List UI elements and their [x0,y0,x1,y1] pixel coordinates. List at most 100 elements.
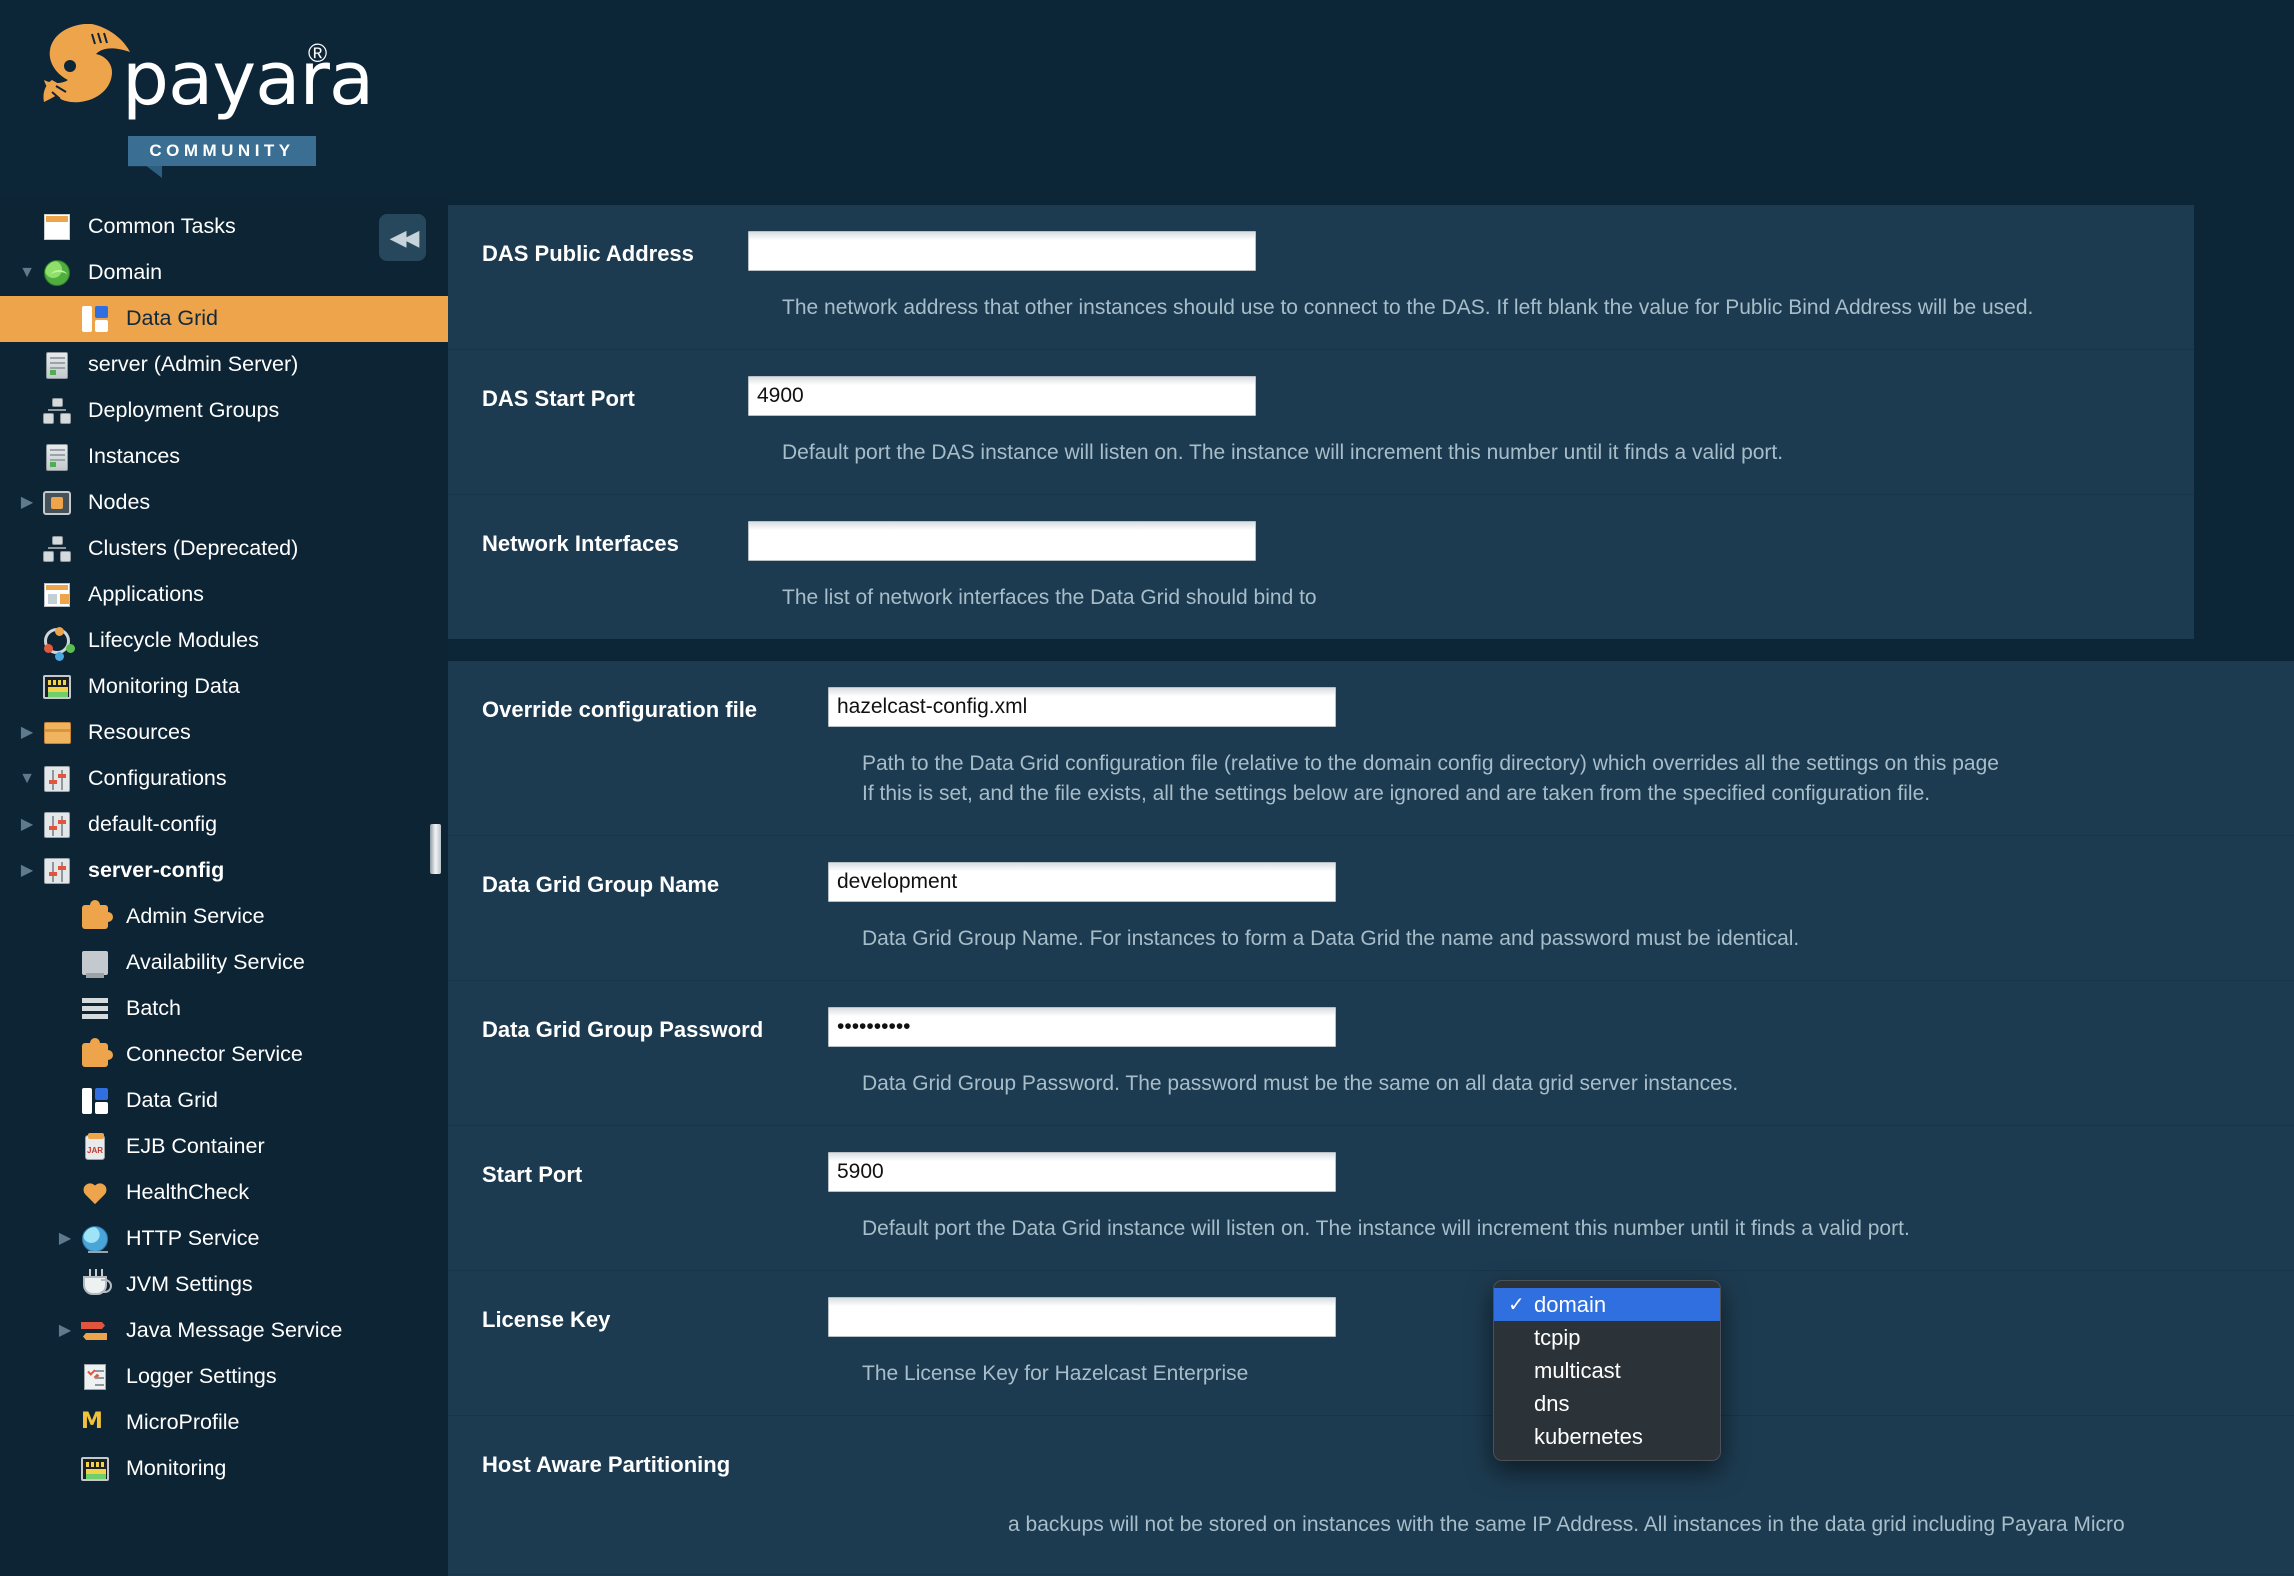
sidebar-item-nodes[interactable]: ▶ Nodes [0,480,448,526]
brand-edition: COMMUNITY [128,136,316,166]
sidebar-item-label: Instances [88,444,181,469]
label-data-grid-group-name: Data Grid Group Name [482,872,720,897]
label-network-interfaces: Network Interfaces [482,531,679,556]
sidebar-item-logger-settings[interactable]: Logger Settings [0,1354,448,1400]
dropdown-option-label: tcpip [1534,1324,1581,1350]
data-grid-group-password-input[interactable] [828,1007,1336,1047]
form-row-network-interfaces: Network Interfaces The list of network i… [448,495,2194,639]
sidebar-item-label: default-config [88,812,218,837]
sidebar-item-java-message-service[interactable]: ▶ Java Message Service [0,1308,448,1354]
data-grid-group-name-input[interactable] [828,862,1336,902]
sidebar-item-http-service[interactable]: ▶ HTTP Service [0,1216,448,1262]
sidebar-item-healthcheck[interactable]: HealthCheck [0,1170,448,1216]
sidebar-item-ejb-container[interactable]: EJB Container [0,1124,448,1170]
help-start-port: Default port the Data Grid instance will… [862,1217,1910,1240]
ejb-icon [78,1132,112,1162]
sidebar-item-label: Applications [88,582,204,607]
das-public-address-input[interactable] [748,231,1256,271]
twisty-collapsed-icon[interactable]: ▶ [14,817,40,833]
form-row-group-password: Data Grid Group Password Data Grid Group… [448,981,2294,1126]
datagrid-icon [78,304,112,334]
coffee-icon [78,1268,112,1300]
help-network-interfaces: The list of network interfaces the Data … [782,586,1317,609]
sidebar-item-monitoring-data[interactable]: Monitoring Data [0,664,448,710]
sidebar-item-label: Deployment Groups [88,398,280,423]
applications-icon [40,580,74,610]
label-start-port: Start Port [482,1162,583,1187]
sidebar-item-data-grid[interactable]: Data Grid [0,296,448,342]
help-data-grid-group-password: Data Grid Group Password. The password m… [862,1072,1739,1095]
group-icon [40,534,74,564]
form-row-das-public-address: DAS Public Address The network address t… [448,205,2194,350]
sidebar-item-label: Connector Service [126,1042,303,1067]
sidebar-item-clusters-deprecated[interactable]: Clusters (Deprecated) [0,526,448,572]
twisty-collapsed-icon[interactable]: ▶ [14,725,40,741]
sidebar-item-label: Resources [88,720,191,745]
sidebar-item-label: Common Tasks [88,214,236,239]
sidebar-item-common-tasks[interactable]: Common Tasks [0,204,448,250]
datagrid-icon [78,1086,112,1116]
sidebar-item-batch[interactable]: Batch [0,986,448,1032]
sidebar-item-deployment-groups[interactable]: Deployment Groups [0,388,448,434]
puzzle-icon [78,900,113,932]
dropdown-option-tcpip[interactable]: tcpip [1494,1321,1720,1354]
sidebar-item-label: Configurations [88,766,227,791]
microprofile-icon: M [81,1409,103,1434]
dropdown-option-label: domain [1534,1291,1607,1317]
sidebar-item-label: EJB Container [126,1134,265,1159]
sidebar-item-microprofile[interactable]: M MicroProfile [0,1400,448,1446]
sidebar-item-label: server-config [88,858,225,883]
data-grid-settings-card: Override configuration file Path to the … [448,661,2294,1576]
sidebar-item-server-config[interactable]: ▶ server-config [0,848,448,894]
sidebar-item-resources[interactable]: ▶ Resources [0,710,448,756]
brand-header: payara ® COMMUNITY [0,0,448,196]
config-icon [40,810,74,840]
twisty-collapsed-icon[interactable]: ▶ [14,495,40,511]
sidebar-item-label: Lifecycle Modules [88,628,259,653]
twisty-collapsed-icon[interactable]: ▶ [52,1231,78,1247]
puzzle-icon [78,1038,113,1070]
license-key-input[interactable] [828,1297,1336,1337]
twisty-expanded-icon[interactable]: ▼ [14,265,40,281]
sidebar-item-connector-service[interactable]: Connector Service [0,1032,448,1078]
batch-icon [78,994,112,1024]
sidebar-item-monitoring[interactable]: Monitoring [0,1446,448,1492]
sidebar-item-label: server (Admin Server) [88,352,299,377]
node-icon [40,488,74,518]
sidebar-item-label: HTTP Service [126,1226,260,1251]
sidebar-item-configurations[interactable]: ▼ Configurations [0,756,448,802]
sidebar-item-applications[interactable]: Applications [0,572,448,618]
das-start-port-input[interactable] [748,376,1256,416]
config-icon [40,764,74,794]
start-port-input[interactable] [828,1152,1336,1192]
sidebar-item-jvm-settings[interactable]: JVM Settings [0,1262,448,1308]
server-icon [40,350,74,380]
sidebar-item-admin-service[interactable]: Admin Service [0,894,448,940]
sidebar-item-label: Data Grid [126,306,219,331]
override-config-file-input[interactable] [828,687,1336,727]
twisty-collapsed-icon[interactable]: ▶ [14,863,40,879]
label-host-aware-partitioning: Host Aware Partitioning [482,1452,731,1477]
twisty-expanded-icon[interactable]: ▼ [14,771,40,787]
sidebar-item-data-grid[interactable]: Data Grid [0,1078,448,1124]
dropdown-option-dns[interactable]: dns [1494,1387,1720,1420]
label-das-public-address: DAS Public Address [482,241,694,266]
sidebar-item-default-config[interactable]: ▶ default-config [0,802,448,848]
sidebar-item-label: Data Grid [126,1088,219,1113]
sidebar-scrollbar-thumb[interactable] [430,824,441,874]
sidebar-item-lifecycle-modules[interactable]: Lifecycle Modules [0,618,448,664]
dropdown-option-multicast[interactable]: multicast [1494,1354,1720,1387]
server-icon [40,442,74,472]
discovery-mode-dropdown-menu[interactable]: ✓ domain tcpip multicast dns kubernetes [1493,1280,1721,1461]
sidebar-item-server-admin-server[interactable]: server (Admin Server) [0,342,448,388]
dropdown-option-kubernetes[interactable]: kubernetes [1494,1420,1720,1453]
sidebar-item-domain[interactable]: ▼ Domain [0,250,448,296]
sidebar-item-label: Logger Settings [126,1364,277,1389]
sidebar-scrollbar[interactable] [430,196,444,1576]
dropdown-option-domain[interactable]: ✓ domain [1494,1288,1720,1321]
dropdown-option-label: dns [1534,1390,1570,1416]
sidebar-item-instances[interactable]: Instances [0,434,448,480]
network-interfaces-input[interactable] [748,521,1256,561]
sidebar-item-availability-service[interactable]: Availability Service [0,940,448,986]
twisty-collapsed-icon[interactable]: ▶ [52,1323,78,1339]
